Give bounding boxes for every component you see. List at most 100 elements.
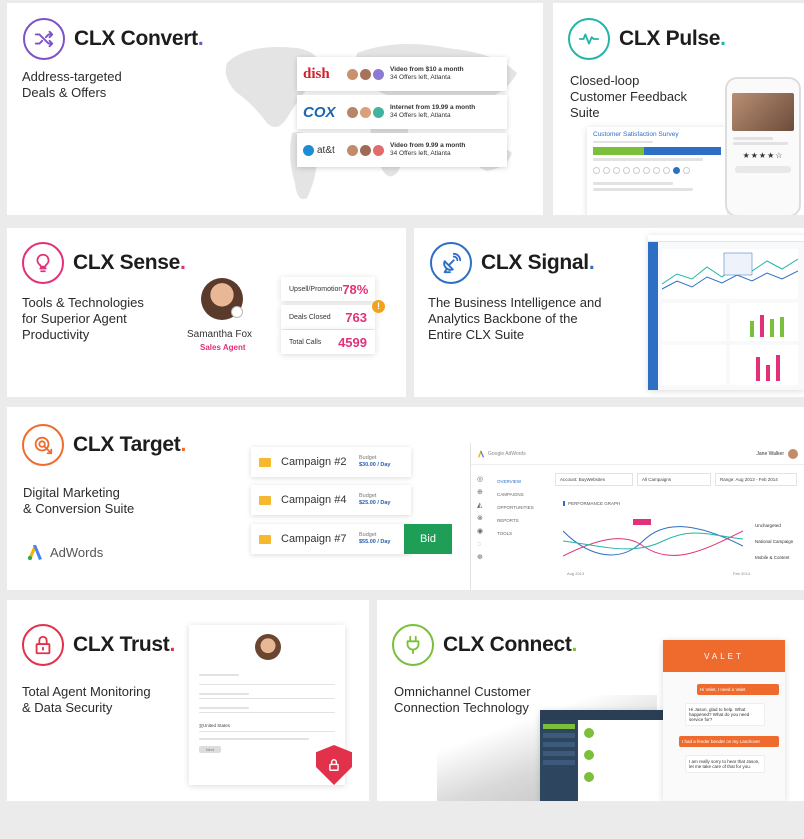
deal-text: Video from $10 a month 34 Offers left, At… <box>390 66 464 81</box>
graph-x-end: Feb 2014 <box>733 571 750 576</box>
lightbulb-icon <box>22 242 64 284</box>
lock-icon <box>22 624 64 666</box>
product-tagline: Digital Marketing & Conversion Suite <box>23 485 135 516</box>
card-clx-target[interactable]: CLX Target. Digital Marketing & Conversi… <box>7 407 804 590</box>
customer-avatars <box>347 106 386 118</box>
pulse-icon <box>568 18 610 60</box>
bar-chart-illustration <box>756 355 780 381</box>
product-tagline: Closed-loop Customer Feedback Suite <box>570 73 688 120</box>
card-clx-pulse[interactable]: CLX Pulse. Closed-loop Customer Feedback… <box>553 3 804 215</box>
agent-role: Sales Agent <box>200 343 246 352</box>
cox-logo: COX <box>303 103 336 121</box>
agent-console <box>540 710 665 801</box>
survey-title: Customer Satisfaction Survey <box>593 131 679 138</box>
dashboard-filters: Account: BuyWebsites All Campaigns Range… <box>555 473 797 486</box>
survey-panel: Customer Satisfaction Survey <box>587 127 727 215</box>
brand-clx-pulse: CLX Pulse. <box>568 18 726 60</box>
analytics-dashboard <box>648 235 804 390</box>
deal-text: Internet from 19.99 a month 34 Offers lef… <box>390 104 476 119</box>
plug-icon <box>392 624 434 666</box>
product-name: CLX Target. <box>73 433 187 456</box>
product-tagline: The Business Intelligence and Analytics … <box>428 295 602 342</box>
target-cursor-icon <box>22 424 64 466</box>
phone-mockup: ★★★★☆ <box>725 77 801 215</box>
card-clx-signal[interactable]: CLX Signal. The Business Intelligence an… <box>414 228 804 397</box>
profile-avatar <box>255 634 281 660</box>
user-avatar <box>788 448 798 459</box>
folder-icon <box>259 457 271 467</box>
alert-badge: ! <box>372 300 385 313</box>
product-tagline: Address-targeted Deals & Offers <box>22 69 122 100</box>
campaign-row[interactable]: Campaign #4 Budget $25.00 / Day <box>251 485 411 515</box>
country-value: 🇺United States <box>199 723 230 728</box>
card-clx-trust[interactable]: CLX Trust. Total Agent Monitoring & Data… <box>7 600 369 801</box>
graph-x-start: Aug 2013 <box>567 571 585 576</box>
dashboard-sidebar: ◎ ⊕ ◭ ⊗ ◉ ◌ ⊕ OVERVIEW CAMPAIGNS OPPORTUNITIES… <box>477 475 534 561</box>
product-name: CLX Signal. <box>481 251 595 274</box>
nav-overview[interactable]: OVERVIEW <box>497 475 534 488</box>
graph-legend: Unchargeted National Campaign Mobile & C… <box>755 523 794 560</box>
agent-status-icon <box>231 306 243 318</box>
card-clx-convert[interactable]: CLX Convert. Address-targeted Deals & Of… <box>7 3 543 215</box>
filter-account[interactable]: Account: BuyWebsites <box>555 473 633 486</box>
stat-total-calls: Total Calls 4599 <box>281 330 375 354</box>
deal-text: Video from 9.99 a month 34 Offers left, A… <box>390 142 466 157</box>
chat-bubble-agent: I am really sorry to hear that Jason, le… <box>685 755 765 773</box>
campaign-row[interactable]: Campaign #7 Budget $55.00 / Day <box>251 524 411 554</box>
product-name: CLX Trust. <box>73 633 176 656</box>
deal-row[interactable]: COX Internet from 19.99 a month 34 Offers… <box>297 95 507 129</box>
adwords-icon <box>27 545 42 561</box>
chat-window: VALET Hi Valet, I need a Valet Hi Jason,… <box>663 640 785 801</box>
rating-scale[interactable] <box>593 167 721 174</box>
chat-bubble-user: I had a fender bender on my Landrover <box>679 736 779 747</box>
folder-icon <box>259 495 271 505</box>
product-name: CLX Pulse. <box>619 27 726 50</box>
customer-avatars <box>347 144 386 156</box>
stat-deals-closed: Deals Closed 763 <box>281 305 375 329</box>
graph-title: PERFORMANCE GRAPH <box>563 501 620 506</box>
product-name: CLX Connect. <box>443 633 578 656</box>
satellite-dish-icon <box>430 242 472 284</box>
adwords-dashboard: Google AdWords Jane Walker ◎ ⊕ ◭ ⊗ ◉ ◌ ⊕ OVERV… <box>470 443 804 590</box>
adwords-logo: AdWords <box>26 543 103 561</box>
nav-opportunities[interactable]: OPPORTUNITIES <box>497 501 534 514</box>
survey-progress <box>593 147 721 155</box>
product-tagline: Tools & Technologies for Superior Agent … <box>22 295 144 342</box>
shuffle-icon <box>23 18 65 60</box>
line-chart-illustration <box>662 249 798 299</box>
stat-upsell: Upsell/Promotion 78% <box>281 277 375 301</box>
nav-campaigns[interactable]: CAMPAIGNS <box>497 488 534 501</box>
globe-icon <box>303 144 314 156</box>
bar-chart-illustration <box>750 315 784 337</box>
product-tagline: Total Agent Monitoring & Data Security <box>22 684 151 715</box>
campaign-row[interactable]: Campaign #2 Budget $30.00 / Day <box>251 447 411 477</box>
product-name: CLX Convert. <box>74 27 204 50</box>
chat-bubble-user: Hi Valet, I need a Valet <box>697 684 779 695</box>
nav-reports[interactable]: REPORTS <box>497 514 534 527</box>
customer-avatars <box>347 68 386 80</box>
folder-icon <box>259 534 271 544</box>
brand-clx-target: CLX Target. <box>22 424 186 466</box>
brand-clx-trust: CLX Trust. <box>22 624 175 666</box>
product-name: CLX Sense. <box>73 251 186 274</box>
star-rating: ★★★★☆ <box>742 151 784 160</box>
next-button[interactable]: Next <box>199 746 221 753</box>
brand-clx-convert: CLX Convert. <box>23 18 204 60</box>
filter-campaigns[interactable]: All Campaigns <box>637 473 711 486</box>
filter-range[interactable]: Range: Aug 2013 - Feb 2014 <box>715 473 797 486</box>
chat-header: VALET <box>663 640 785 672</box>
deal-row[interactable]: at&t Video from 9.99 a month 34 Offers le… <box>297 133 507 167</box>
att-logo: at&t <box>303 144 343 156</box>
chat-bubble-agent: Hi Jason, glad to help. What happened? W… <box>685 703 765 726</box>
deal-row[interactable]: dish Video from $10 a month 34 Offers lef… <box>297 57 507 91</box>
adwords-icon <box>477 450 485 458</box>
performance-graph <box>563 519 743 557</box>
card-clx-connect[interactable]: CLX Connect. Omnichannel Customer Connec… <box>377 600 804 801</box>
agent-name: Samantha Fox <box>187 329 253 340</box>
bid-button[interactable]: Bid <box>404 524 452 554</box>
card-clx-sense[interactable]: CLX Sense. Tools & Technologies for Supe… <box>7 228 406 397</box>
dish-logo: dish <box>303 65 330 82</box>
nav-tools[interactable]: TOOLS <box>497 527 534 540</box>
dashboard-topbar: Google AdWords Jane Walker <box>471 443 804 465</box>
brand-clx-sense: CLX Sense. <box>22 242 186 284</box>
